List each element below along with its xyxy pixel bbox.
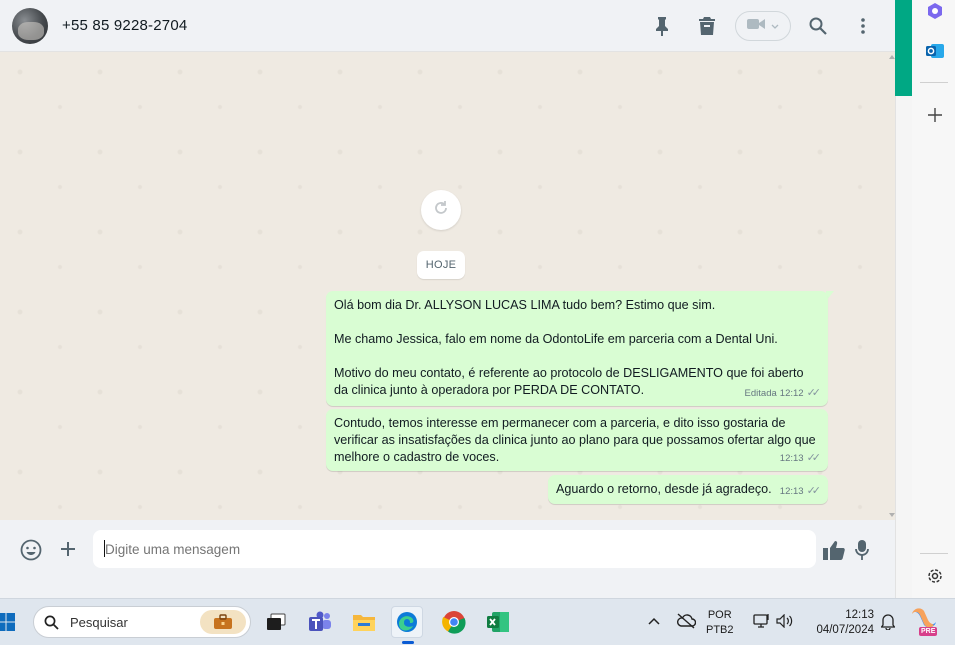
chevron-down-icon xyxy=(771,17,779,35)
load-older-messages-button[interactable] xyxy=(421,190,461,230)
network-icon[interactable] xyxy=(752,611,772,631)
task-view-icon[interactable] xyxy=(260,606,292,638)
edited-label: Editada xyxy=(744,388,777,399)
refresh-icon xyxy=(433,200,449,221)
contact-name[interactable]: +55 85 9228-2704 xyxy=(62,17,187,34)
read-receipt-icon: ✓✓ xyxy=(806,452,822,464)
onedrive-offline-icon[interactable] xyxy=(675,611,697,631)
system-clock[interactable]: 12:13 04/07/2024 xyxy=(804,608,874,638)
copilot-taskbar-icon[interactable]: PRE xyxy=(910,607,938,637)
message-bubble[interactable]: Aguardo o retorno, desde já agradeço. 12… xyxy=(548,475,828,504)
date-divider: HOJE xyxy=(417,251,465,279)
notification-bell-icon[interactable] xyxy=(878,611,898,631)
copilot-icon[interactable] xyxy=(924,0,946,22)
contact-avatar[interactable] xyxy=(12,8,48,44)
windows-start-icon[interactable] xyxy=(0,606,20,638)
chat-header: +55 85 9228-2704 xyxy=(0,0,895,52)
message-text: Olá bom dia Dr. ALLYSON LUCAS LIMA tudo … xyxy=(334,298,804,397)
message-meta: 12:13 ✓✓ xyxy=(779,483,822,500)
emoji-icon[interactable] xyxy=(19,538,43,562)
trash-icon[interactable] xyxy=(695,14,719,38)
active-app-indicator xyxy=(402,641,414,644)
volume-icon[interactable] xyxy=(775,611,795,631)
clock-date: 04/07/2024 xyxy=(816,624,874,636)
read-receipt-icon: ✓✓ xyxy=(806,387,822,399)
excel-icon[interactable] xyxy=(482,606,514,638)
microphone-icon[interactable] xyxy=(852,538,872,562)
more-vertical-icon[interactable] xyxy=(851,14,875,38)
text-caret xyxy=(104,540,105,557)
search-icon[interactable] xyxy=(806,14,830,38)
message-time: 12:13 xyxy=(779,453,804,464)
show-hidden-icons-chevron[interactable] xyxy=(645,612,663,630)
keyboard-layout: PTB2 xyxy=(706,624,734,636)
windows-taskbar: Pesquisar POR PTB2 12:13 04/07/2024 PRE xyxy=(0,598,955,645)
plus-icon[interactable] xyxy=(57,538,79,560)
app-window: +55 85 9228-2704 HOJE Olá bom dia Dr. AL… xyxy=(0,0,955,645)
chrome-icon[interactable] xyxy=(438,606,470,638)
read-receipt-icon: ✓✓ xyxy=(806,485,822,497)
video-icon xyxy=(747,17,765,35)
language-code: POR xyxy=(707,609,732,621)
rail-divider xyxy=(920,82,948,83)
thumbs-up-icon[interactable] xyxy=(822,538,846,562)
message-text: Contudo, temos interesse em permanecer c… xyxy=(334,416,816,464)
sidebar-strip xyxy=(912,0,955,598)
whatsapp-scroll-accent xyxy=(895,0,912,96)
message-composer xyxy=(0,520,895,578)
teams-icon[interactable] xyxy=(304,606,336,638)
taskbar-search-placeholder: Pesquisar xyxy=(70,615,128,630)
input-language-indicator[interactable]: POR PTB2 xyxy=(706,608,734,638)
clock-time: 12:13 xyxy=(845,609,874,621)
message-time: 12:13 xyxy=(779,486,804,497)
preview-badge: PRE xyxy=(919,627,938,636)
message-time: 12:12 xyxy=(779,388,804,399)
add-icon[interactable] xyxy=(924,104,946,126)
rail-divider xyxy=(920,553,948,554)
message-bubble[interactable]: Contudo, temos interesse em permanecer c… xyxy=(326,409,828,471)
message-bubble[interactable]: Olá bom dia Dr. ALLYSON LUCAS LIMA tudo … xyxy=(326,291,828,406)
video-call-button[interactable] xyxy=(735,11,791,41)
pin-icon[interactable] xyxy=(650,14,674,38)
settings-icon[interactable] xyxy=(924,565,946,587)
chat-pane: +55 85 9228-2704 HOJE Olá bom dia Dr. AL… xyxy=(0,0,895,578)
message-input[interactable] xyxy=(93,530,816,568)
message-meta: Editada 12:12 ✓✓ xyxy=(744,385,822,402)
outlook-icon[interactable] xyxy=(924,40,946,62)
taskbar-search-box[interactable]: Pesquisar xyxy=(33,606,251,638)
message-meta: 12:13 ✓✓ xyxy=(779,450,822,467)
briefcase-icon xyxy=(200,610,246,634)
search-icon xyxy=(44,615,59,635)
file-explorer-icon[interactable] xyxy=(348,606,380,638)
edge-browser-icon[interactable] xyxy=(391,606,423,638)
